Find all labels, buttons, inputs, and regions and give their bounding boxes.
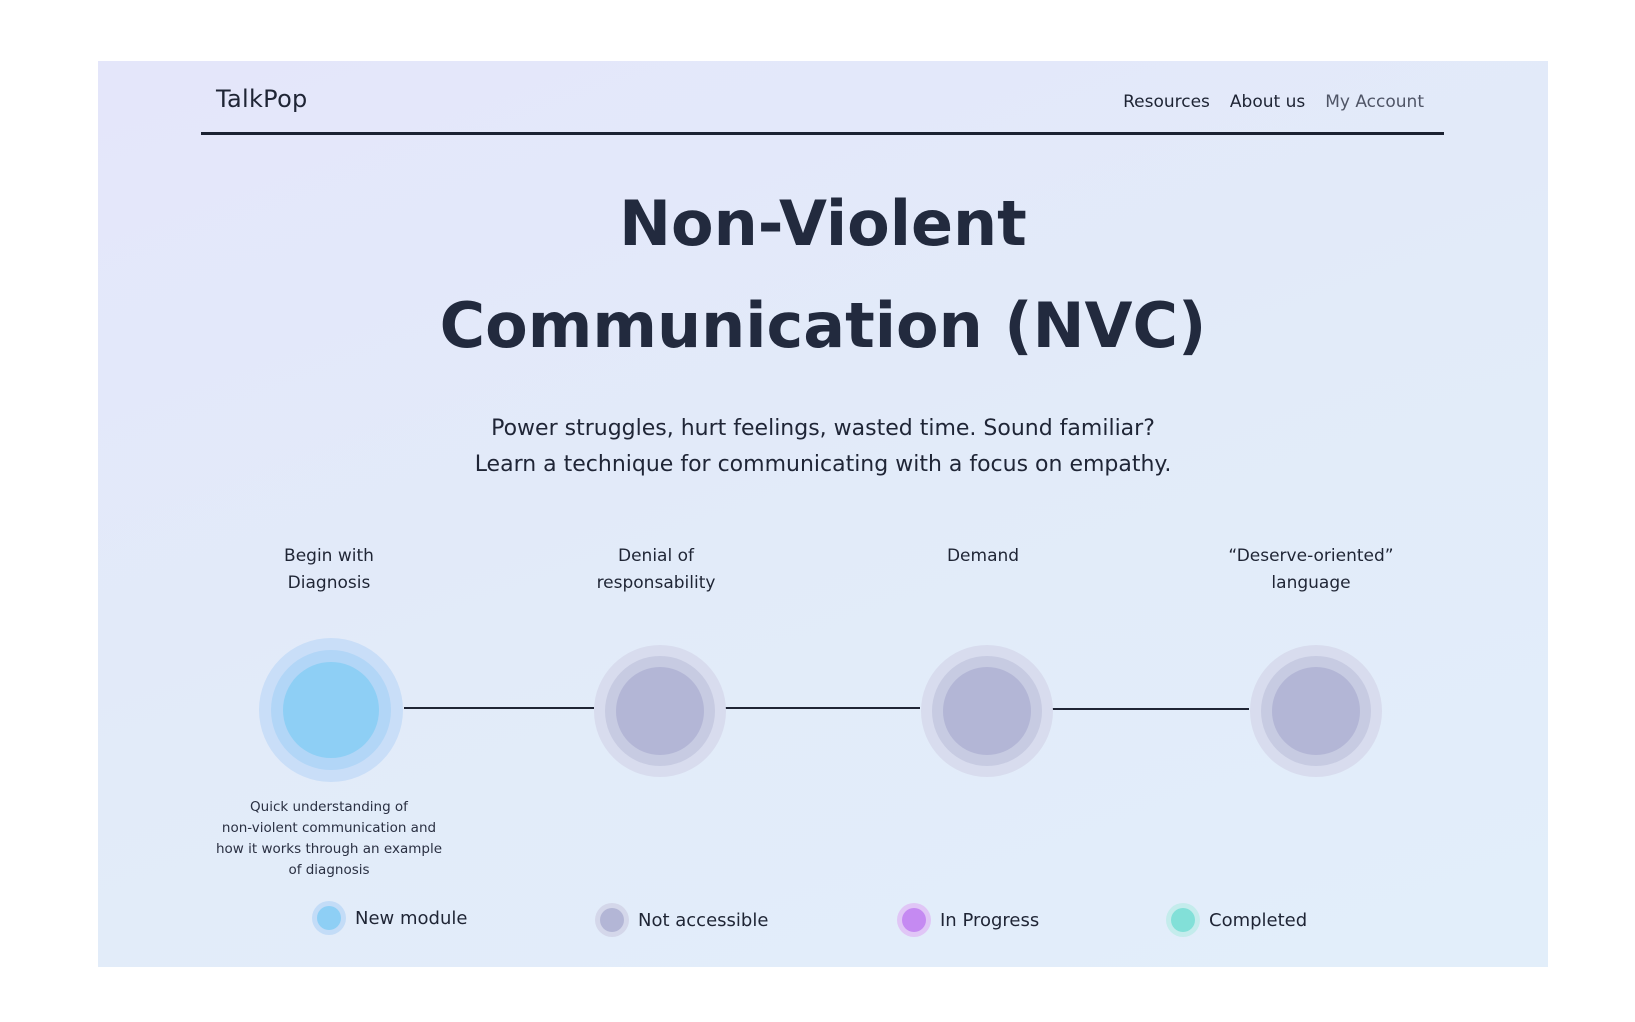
subtitle-line1: Power struggles, hurt feelings, wasted t… (491, 416, 1155, 441)
step-label-deserve: “Deserve-oriented” language (1228, 546, 1394, 593)
legend-item-in-progress: In Progress (902, 908, 1039, 932)
legend-dot-completed-icon (1171, 908, 1195, 932)
nav-link-resources[interactable]: Resources (1123, 92, 1210, 112)
step-connector (725, 707, 920, 709)
step-label-denial: Denial of responsability (596, 546, 716, 593)
legend-item-not-accessible: Not accessible (600, 908, 768, 932)
page-frame: TalkPop Resources About us My Account No… (98, 61, 1548, 967)
step-node-diagnosis[interactable] (259, 638, 403, 782)
step-connector (404, 707, 594, 709)
step-node-denial[interactable] (594, 645, 726, 777)
nav-link-about-us[interactable]: About us (1230, 92, 1305, 112)
step-description: Quick understanding of non-violent commu… (215, 799, 443, 878)
brand-logo[interactable]: TalkPop (216, 85, 308, 113)
legend-item-completed: Completed (1171, 908, 1307, 932)
step-node-deserve[interactable] (1250, 645, 1382, 777)
nav-links: Resources About us My Account (1123, 92, 1424, 112)
legend-dot-locked-icon (600, 908, 624, 932)
nav-link-my-account[interactable]: My Account (1325, 92, 1424, 112)
step-connector (1051, 708, 1249, 710)
step-node-demand[interactable] (921, 645, 1053, 777)
page-title: Non-Violent Communication (NVC) (98, 173, 1548, 377)
legend-dot-new-icon (317, 906, 341, 930)
page-title-line2: Communication (NVC) (439, 289, 1207, 362)
step-label-diagnosis: Begin with Diagnosis (284, 546, 374, 593)
legend-item-new-module: New module (317, 906, 467, 930)
subtitle-line2: Learn a technique for communicating with… (474, 452, 1172, 477)
step-label-demand: Demand (946, 546, 1020, 566)
top-navbar: TalkPop Resources About us My Account (201, 61, 1444, 135)
legend-dot-progress-icon (902, 908, 926, 932)
page-title-line1: Non-Violent (619, 187, 1027, 260)
hero-subtitle: Power struggles, hurt feelings, wasted t… (98, 411, 1548, 483)
